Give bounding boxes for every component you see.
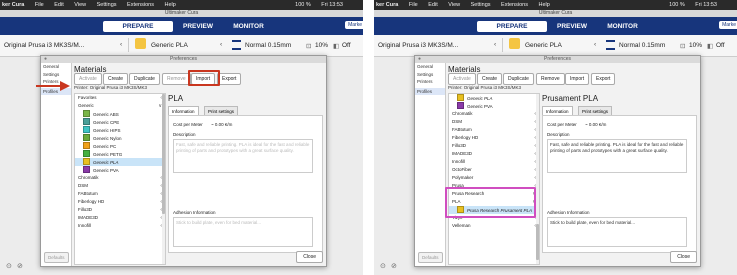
remove-button[interactable]: Remove — [536, 73, 565, 85]
material-label: Velleman — [452, 223, 471, 228]
material-label: Generic PVA — [467, 104, 493, 109]
defaults-button[interactable]: Defaults — [418, 252, 443, 263]
material-label: Chromatik — [452, 111, 473, 116]
description-field[interactable]: Fast, safe and reliable printing. PLA is… — [547, 139, 687, 173]
material-item[interactable]: Generic PLA — [449, 94, 539, 102]
material-name: Prusament PLA — [542, 94, 599, 103]
information-panel: Cost per Meter ~ 0.00 €/m Description Fa… — [542, 115, 697, 253]
cost-label: Cost per Meter — [547, 122, 577, 127]
status-area: 100 % Fri 13:53 — [669, 0, 726, 10]
view-icon[interactable]: ⊙ — [380, 262, 386, 270]
material-item[interactable]: Generic PVA — [449, 102, 539, 110]
color-swatch-icon — [457, 94, 464, 101]
material-label: Fillo3D — [452, 143, 467, 148]
menu-extensions[interactable]: Extensions — [501, 2, 528, 8]
material-label: Polymaker — [452, 175, 474, 180]
menu-view[interactable]: View — [448, 2, 460, 8]
left-screenshot: ker Cura File Edit View Settings Extensi… — [0, 0, 363, 275]
infill-icon: ⊡ — [680, 43, 686, 50]
menu-bar: ker Cura File Edit View Settings Extensi… — [374, 0, 737, 10]
material-group[interactable]: Chromatik‹ — [449, 110, 539, 118]
material-label: Generic PLA — [467, 96, 493, 101]
material-label: Fiberlogy HD — [452, 135, 479, 140]
scrollbar[interactable] — [536, 94, 539, 264]
scrollbar-thumb[interactable] — [536, 224, 539, 260]
printer-label: Printer: Original Prusa i3 MK3S/MK3 — [448, 85, 522, 90]
material-group[interactable]: Velleman‹ — [449, 222, 539, 230]
printer-selector[interactable]: Original Prusa i3 MK3S/M... — [378, 42, 458, 49]
app-menu[interactable]: ker Cura — [376, 2, 398, 8]
material-label: DSM — [452, 119, 462, 124]
dialog-title: ● Preferences — [415, 56, 700, 63]
material-group[interactable]: IMADE3D‹ — [449, 150, 539, 158]
close-button[interactable]: Close — [670, 251, 697, 263]
nav-profiles[interactable]: Profiles — [415, 87, 445, 95]
filament-icon — [509, 38, 520, 49]
material-label: OctoFiber — [452, 167, 472, 172]
material-group[interactable]: OctoFiber‹ — [449, 166, 539, 174]
nav-settings[interactable]: Settings — [415, 71, 445, 79]
chevron-left-icon[interactable]: ‹ — [494, 41, 496, 48]
export-button[interactable]: Export — [591, 73, 616, 85]
material-label: FABtotum — [452, 127, 472, 132]
nav-printers[interactable]: Printers — [415, 78, 445, 86]
marketplace-button[interactable]: Marke — [719, 21, 737, 29]
color-swatch-icon — [457, 102, 464, 109]
chevron-left-icon[interactable]: ‹ — [594, 41, 596, 48]
activate-button[interactable]: Activate — [448, 73, 476, 85]
tab-prepare[interactable]: PREPARE — [477, 21, 547, 32]
profile-selector[interactable]: Normal 0.15mm — [619, 42, 665, 49]
material-group[interactable]: Polymaker‹ — [449, 174, 539, 182]
material-group[interactable]: FABtotum‹ — [449, 126, 539, 134]
material-label: IMADE3D — [452, 151, 473, 156]
tab-monitor[interactable]: MONITOR — [600, 21, 645, 32]
clock: Fri 13:53 — [695, 2, 717, 8]
divider — [502, 38, 503, 52]
adhesion-label: Adhesion Information — [547, 210, 590, 215]
description-label: Description — [547, 132, 570, 137]
material-selector[interactable]: Generic PLA — [525, 42, 562, 49]
duplicate-button[interactable]: Duplicate — [503, 73, 534, 85]
battery-level: 100 % — [669, 2, 685, 8]
print-setup-bar: Original Prusa i3 MK3S/M... ‹ Generic PL… — [374, 35, 737, 57]
material-group[interactable]: Fiberlogy HD‹ — [449, 134, 539, 142]
menu-edit[interactable]: Edit — [428, 2, 437, 8]
material-group[interactable]: DSM‹ — [449, 118, 539, 126]
menu-help[interactable]: Help — [538, 2, 549, 8]
prusament-highlight-box — [445, 187, 536, 218]
create-button[interactable]: Create — [477, 73, 503, 85]
preferences-nav: General Settings Printers Profiles Defau… — [415, 63, 446, 266]
stage-toolbar: PREPARE PREVIEW MONITOR Marke — [374, 17, 737, 35]
material-list: Generic PLA Generic PVAChromatik‹DSM‹FABt… — [448, 93, 540, 265]
close-icon[interactable]: ● — [418, 56, 421, 63]
adhesion-field[interactable]: Stick to build plate, even for bed mater… — [547, 217, 687, 247]
material-label: Innofill — [452, 159, 466, 164]
menu-file[interactable]: File — [409, 2, 418, 8]
cost-value[interactable]: ~ 0.00 €/m — [585, 122, 606, 127]
support-value[interactable]: Off — [716, 42, 725, 49]
infill-value[interactable]: 10% — [689, 42, 702, 49]
material-group[interactable]: Innofill‹ — [449, 158, 539, 166]
right-screenshot: ker Cura File Edit View Settings Extensi… — [374, 0, 737, 275]
profile-icon — [606, 40, 615, 50]
window-title: Ultimaker Cura — [374, 10, 737, 17]
preferences-dialog: ● Preferences General Settings Printers P… — [414, 55, 701, 267]
tab-preview[interactable]: PREVIEW — [552, 21, 592, 32]
edit-icon[interactable]: ⊘ — [391, 262, 397, 270]
import-button[interactable]: Import — [565, 73, 590, 85]
support-icon: ◧ — [707, 43, 714, 50]
menu-settings[interactable]: Settings — [471, 2, 491, 8]
material-group[interactable]: Fillo3D‹ — [449, 142, 539, 150]
nav-general[interactable]: General — [415, 63, 445, 71]
arrow-icon — [36, 81, 70, 91]
